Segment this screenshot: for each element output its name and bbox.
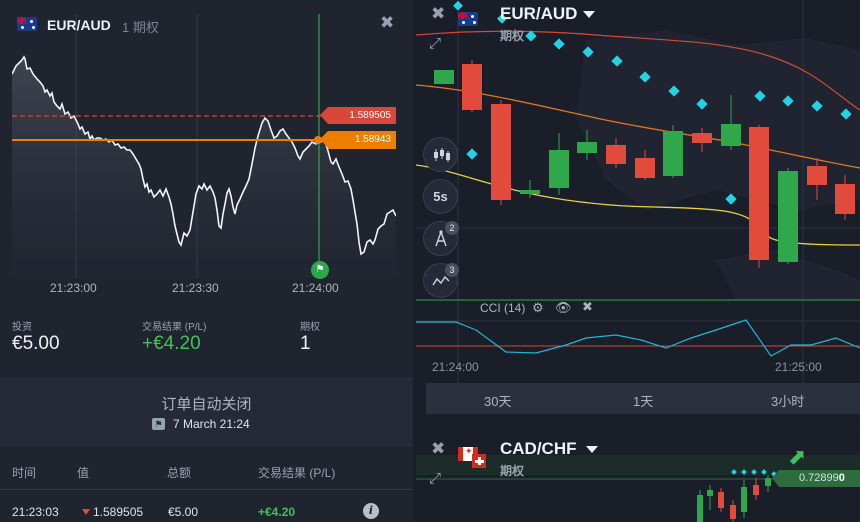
- checkered-flag-icon: ⚑: [311, 261, 329, 279]
- drawing-count-badge: 2: [445, 221, 459, 235]
- time-tick: 21:23:00: [50, 281, 97, 295]
- row-amount: €5.00: [168, 505, 199, 519]
- expand-icon[interactable]: ⤢: [429, 470, 441, 487]
- timeframe-bar: 30天 1天 3小时: [426, 383, 860, 414]
- price-main: 0.72899: [799, 472, 839, 484]
- candle: [491, 100, 511, 205]
- invest-label: 投资: [12, 322, 32, 333]
- asset-type-label: 期权: [500, 29, 525, 43]
- options-label: 期权: [300, 322, 320, 333]
- cci-indicator-label: CCI (14): [480, 301, 526, 315]
- pl-value: +€4.20: [142, 333, 201, 354]
- down-arrow-icon: [82, 509, 90, 515]
- close-icon[interactable]: ✖: [431, 439, 445, 459]
- close-icon[interactable]: ✖: [431, 4, 445, 24]
- info-icon[interactable]: i: [363, 503, 379, 519]
- options-value: 1: [300, 333, 311, 354]
- candle: [778, 168, 798, 264]
- candle: [663, 125, 683, 178]
- asset-type-label: 期权: [500, 464, 525, 478]
- trading-app: EUR/AUD 1 期权 ✖ 1.589505 1.58943 ⚑ 21:23:…: [0, 0, 860, 522]
- indicator-count-badge: 3: [445, 263, 459, 277]
- current-price-tag: 0.728990: [772, 470, 860, 487]
- table-header-amount: 总额: [167, 466, 192, 480]
- pl-label: 交易结果 (P/L): [142, 322, 207, 333]
- chevron-down-icon[interactable]: [586, 446, 598, 453]
- table-header-pl: 交易结果 (P/L): [258, 466, 336, 480]
- asset-title[interactable]: CAD/CHF: [500, 439, 577, 459]
- row-time: 21:23:03: [12, 505, 59, 519]
- cad-chf-chart-panel: ✖ ⤢ CAD/CHF 期权 ⬈ 0.728990: [416, 430, 860, 522]
- row-value: 1.589505: [93, 505, 144, 519]
- time-tick: 21:24:00: [292, 281, 339, 295]
- timeframe-30d[interactable]: 30天: [484, 391, 511, 410]
- chevron-down-icon[interactable]: [583, 11, 595, 18]
- time-tick: 21:24:00: [432, 360, 479, 374]
- eye-icon[interactable]: 👁: [555, 300, 572, 316]
- candle: [462, 60, 482, 112]
- timeframe-3h[interactable]: 3小时: [771, 391, 804, 410]
- indicator-wave-icon: [431, 275, 449, 286]
- candlestick-chart: [416, 0, 860, 383]
- row-pl: +€4.20: [258, 505, 296, 519]
- auto-close-date: 7 March 21:24: [173, 417, 250, 431]
- chf-flag-icon: [472, 454, 486, 468]
- invest-value: €5.00: [12, 333, 60, 354]
- price-last-digit: 0: [838, 472, 845, 484]
- divider: [0, 489, 413, 490]
- timeframe-button[interactable]: 5s: [423, 179, 458, 214]
- timeframe-1d[interactable]: 1天: [633, 391, 653, 410]
- auto-close-title: 订单自动关闭: [161, 396, 252, 413]
- time-tick: 21:23:30: [172, 281, 219, 295]
- checkered-flag-icon: ⚑: [152, 418, 165, 430]
- table-header-time: 时间: [12, 466, 37, 480]
- expand-icon[interactable]: ⤢: [429, 35, 441, 52]
- eur-aud-flag-icon: [458, 12, 478, 26]
- gear-icon[interactable]: ⚙: [532, 300, 544, 316]
- current-price-tag: 1.58943: [320, 131, 396, 149]
- candles-icon: [433, 148, 450, 162]
- candle: [749, 125, 769, 268]
- open-price-tag: 1.589505: [320, 107, 396, 124]
- time-tick: 21:25:00: [775, 360, 822, 374]
- candle: [434, 70, 454, 84]
- trade-detail-panel: EUR/AUD 1 期权 ✖ 1.589505 1.58943 ⚑ 21:23:…: [0, 0, 413, 522]
- table-header-value: 值: [77, 466, 90, 480]
- asset-title[interactable]: EUR/AUD: [500, 4, 577, 24]
- close-icon[interactable]: ✖: [582, 299, 593, 315]
- eur-aud-chart-panel: ✖ ⤢ EUR/AUD 期权 5s 2 3 CCI (14) ⚙ 👁 ✖ 21:…: [416, 0, 860, 425]
- chart-type-button[interactable]: [423, 137, 458, 172]
- arrow-up-right-icon: ⬈: [788, 444, 807, 469]
